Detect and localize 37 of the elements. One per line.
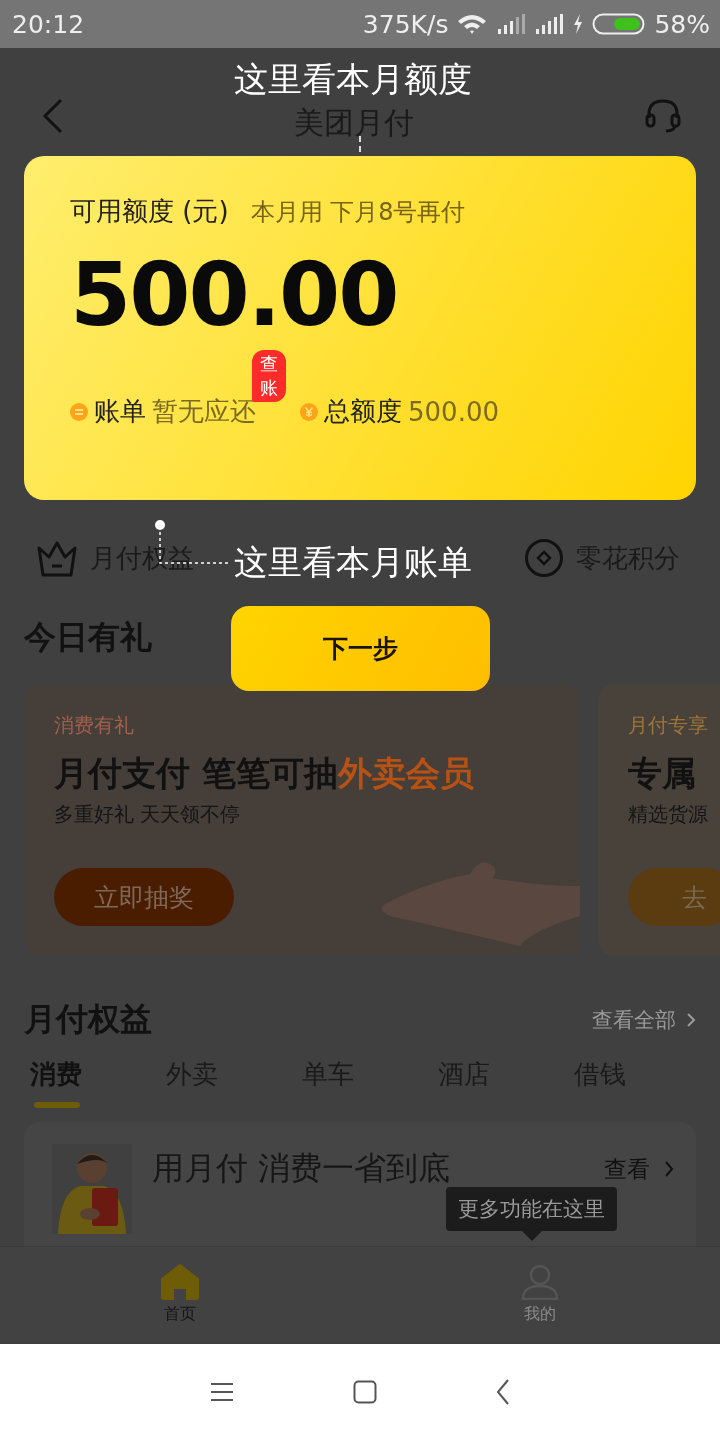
tooltip-arrow-icon [521, 1231, 542, 1241]
headset-icon[interactable] [644, 98, 682, 134]
network-speed: 375K/s [362, 9, 449, 39]
yuan-coin-icon [300, 402, 318, 421]
next-step-button[interactable]: 下一步 [231, 606, 490, 691]
menu-icon[interactable] [209, 1382, 234, 1402]
chevron-right-icon[interactable] [664, 1160, 674, 1178]
credit-card[interactable]: 可用额度 (元) 本月用 下月8号再付 500.00 账单 暂无应还 查账 总额度 500.00 [24, 156, 696, 500]
credit-amount: 500.00 [70, 243, 398, 346]
credit-note: 本月用 下月8号再付 [250, 197, 466, 228]
total-label: 总额度 [324, 395, 402, 428]
gift-tag: 月付专享 [628, 712, 708, 739]
status-time: 20:12 [12, 9, 85, 39]
home-icon [161, 1263, 199, 1300]
credit-label: 可用额度 (元) [70, 195, 229, 228]
check-bill-badge[interactable]: 查账 [252, 350, 286, 402]
view-all-link[interactable]: 查看全部 [592, 1006, 676, 1034]
back-icon[interactable] [496, 1379, 511, 1405]
battery-icon [592, 12, 647, 36]
nav-tab[interactable]: 我的 [360, 1247, 720, 1341]
gift-tag: 消费有礼 [54, 712, 134, 739]
chevron-right-icon[interactable] [686, 1012, 696, 1028]
bill-label: 账单 [94, 395, 146, 428]
total-value: 500.00 [408, 396, 499, 427]
guide-text: 这里看本月额度 [234, 58, 472, 100]
bill-icon [70, 402, 88, 421]
gift-button[interactable]: 去 [628, 868, 720, 926]
coin-icon[interactable] [524, 538, 564, 578]
charging-icon [572, 13, 585, 35]
gift-button[interactable]: 立即抽奖 [54, 868, 234, 926]
home-square-icon[interactable] [353, 1380, 377, 1404]
signal-icon [496, 13, 527, 35]
guide-text: 这里看本月账单 [234, 541, 472, 584]
wifi-icon [456, 13, 489, 35]
battery-percent: 58% [654, 9, 710, 39]
signal-icon [534, 13, 565, 35]
tooltip: 更多功能在这里 [446, 1187, 617, 1231]
